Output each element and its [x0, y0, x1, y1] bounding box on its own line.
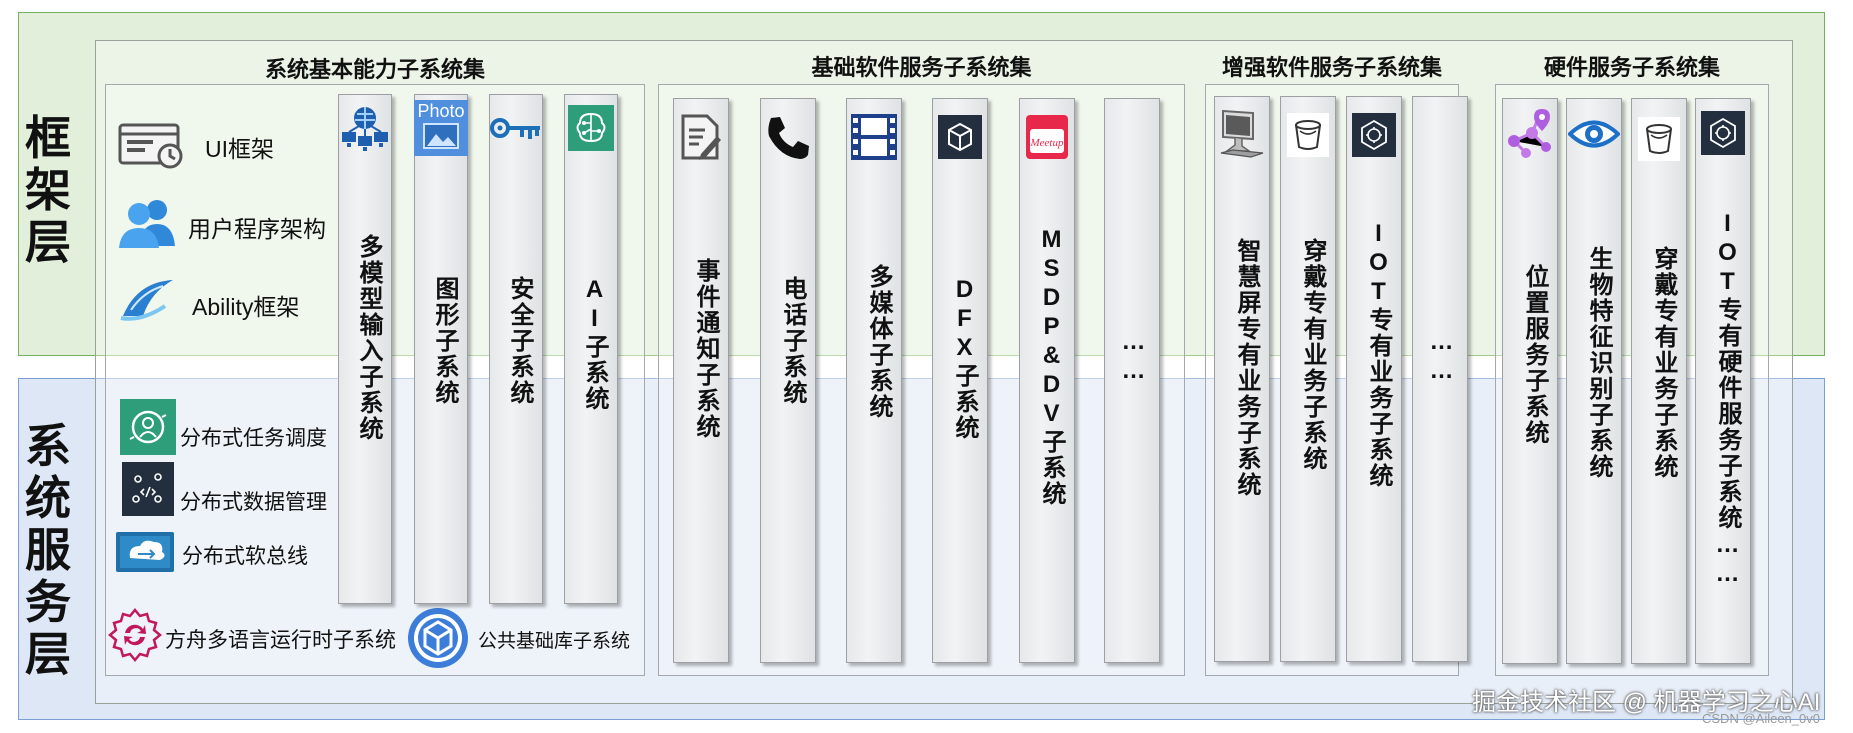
eye-icon	[1566, 110, 1622, 158]
ability-framework-label: Ability框架	[192, 294, 300, 320]
column-smart-screen-label: 智慧屏专有业务子系统	[1233, 238, 1260, 498]
ui-framework-label: UI框架	[205, 136, 274, 162]
distributed-task-scheduling-icon	[120, 399, 176, 455]
system-service-layer-label: 系统服务层	[25, 420, 71, 680]
group-title-hardware: 硬件服务子系统集	[1543, 55, 1720, 80]
common-base-library-icon	[406, 606, 470, 670]
column-wearable-hardware-label: 穿戴专有业务子系统	[1650, 246, 1677, 480]
column-security-label: 安全子系统	[506, 276, 533, 406]
photo-icon-text: Photo	[417, 101, 464, 121]
ui-framework-icon	[117, 120, 187, 170]
framework-layer-label: 框架层	[25, 112, 71, 268]
distributed-soft-bus-icon	[114, 528, 178, 576]
meetup-icon-text: Meetup	[1030, 137, 1064, 149]
group-title-enhanced-software: 增强软件服务子系统集	[1221, 55, 1442, 80]
photo-icon: Photo	[414, 100, 468, 156]
location-network-icon	[1502, 104, 1558, 162]
column-event-notification-label: 事件通知子系统	[692, 258, 719, 440]
column-basic-software-more-label: ……	[1120, 328, 1147, 386]
column-multimedia-label: 多媒体子系统	[865, 264, 892, 420]
user-program-framework-label: 用户程序架构	[188, 216, 326, 242]
distributed-data-management-label: 分布式数据管理	[180, 491, 327, 514]
distributed-task-scheduling-label: 分布式任务调度	[180, 427, 327, 450]
desktop-computer-icon	[1214, 104, 1270, 164]
film-strip-icon	[846, 108, 902, 166]
common-base-library-label: 公共基础库子系统	[478, 631, 631, 652]
meetup-icon: Meetup	[1019, 108, 1075, 166]
column-iot-hardware-label: IOT专有硬件服务子系统……	[1714, 210, 1741, 589]
distributed-soft-bus-label: 分布式软总线	[182, 545, 308, 568]
column-msdp-dv-label: MSDP&DV子系统	[1038, 226, 1065, 507]
group-title-basic-capability: 系统基本能力子系统集	[264, 57, 485, 82]
document-edit-icon	[673, 108, 729, 166]
ark-runtime-label: 方舟多语言运行时子系统	[165, 629, 396, 652]
iot-chip-icon	[1695, 108, 1751, 158]
ability-framework-icon	[117, 275, 177, 325]
ark-runtime-icon	[106, 606, 164, 664]
column-biometric-label: 生物特征识别子系统	[1585, 246, 1612, 480]
key-icon	[489, 100, 543, 156]
column-multimodal-input-label: 多模型输入子系统	[355, 234, 382, 442]
column-telephony-label: 电话子系统	[779, 276, 806, 406]
column-wearable-business-label: 穿戴专有业务子系统	[1299, 238, 1326, 472]
column-dfx-label: DFX子系统	[951, 276, 978, 441]
bucket-icon	[1631, 114, 1687, 164]
column-enhanced-more-label: ……	[1428, 328, 1455, 386]
phone-icon	[760, 108, 816, 166]
cube-icon	[932, 108, 988, 166]
ai-brain-icon	[564, 100, 618, 156]
column-location-service-label: 位置服务子系统	[1521, 264, 1548, 446]
column-graphics-label: 图形子系统	[431, 276, 458, 406]
watermark-csdn: CSDN @Aileen_0v0	[1702, 711, 1820, 726]
distributed-data-management-icon	[122, 462, 174, 516]
network-devices-icon	[338, 100, 392, 156]
iot-chip-icon	[1346, 110, 1402, 160]
column-iot-business-label: IOT专有业务子系统	[1365, 220, 1392, 489]
user-program-framework-icon	[117, 196, 179, 250]
column-ai-label: AI子系统	[581, 276, 608, 412]
bucket-icon	[1280, 110, 1336, 160]
group-title-basic-software: 基础软件服务子系统集	[811, 55, 1032, 80]
